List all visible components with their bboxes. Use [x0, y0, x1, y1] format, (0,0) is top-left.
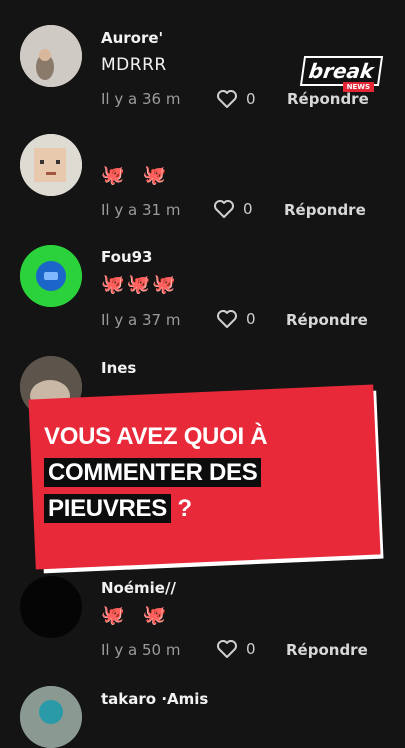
banner-headline: VOUS AVEZ QUOI À COMMENTER DES PIEUVRES … — [44, 419, 374, 527]
comment-timestamp: Il y a 50 m — [101, 641, 181, 659]
banner-line-1: VOUS AVEZ QUOI À — [44, 423, 268, 450]
comment-timestamp: Il y a 31 m — [101, 201, 181, 219]
avatar[interactable] — [20, 134, 82, 196]
comment-username[interactable]: Ines — [101, 359, 136, 377]
avatar[interactable] — [20, 245, 82, 307]
avatar[interactable] — [20, 25, 82, 87]
like-control[interactable]: 0 — [216, 89, 256, 109]
comment-username[interactable]: Aurore' — [101, 29, 163, 47]
comment-emojis: 🐙 🐙 — [101, 164, 173, 186]
like-control[interactable]: 0 — [216, 639, 256, 659]
logo-sub: NEWS — [342, 82, 374, 92]
reply-button[interactable]: Répondre — [286, 311, 368, 329]
comment-username[interactable]: Noémie// — [101, 579, 176, 597]
heart-icon[interactable] — [216, 309, 238, 329]
like-control[interactable]: 0 — [213, 199, 253, 219]
comment-text: MDRRR — [101, 55, 167, 75]
heart-icon[interactable] — [213, 199, 235, 219]
banner-line-2: COMMENTER DES — [44, 458, 262, 487]
reply-button[interactable]: Répondre — [286, 641, 368, 659]
like-count: 0 — [243, 200, 253, 218]
comment-emojis: 🐙 🐙 — [101, 604, 173, 626]
comment-emojis: 🐙🐙🐙 — [101, 273, 178, 295]
comment-timestamp: Il y a 37 m — [101, 311, 181, 329]
like-control[interactable]: 0 — [216, 309, 256, 329]
reply-button[interactable]: Répondre — [287, 90, 369, 108]
heart-icon[interactable] — [216, 639, 238, 659]
like-count: 0 — [246, 90, 256, 108]
comment-username[interactable]: Fou93 — [101, 248, 153, 266]
banner-line-3-suffix: ? — [170, 495, 192, 522]
reply-button[interactable]: Répondre — [284, 201, 366, 219]
comment-timestamp: Il y a 36 m — [101, 90, 181, 108]
avatar[interactable] — [20, 686, 82, 748]
like-count: 0 — [246, 310, 256, 328]
banner-line-3: PIEUVRES — [44, 494, 171, 523]
comment-username[interactable]: takaro ·Amis — [101, 690, 208, 708]
like-count: 0 — [246, 640, 256, 658]
heart-icon[interactable] — [216, 89, 238, 109]
break-news-logo: break NEWS — [299, 56, 383, 92]
avatar[interactable] — [20, 576, 82, 638]
